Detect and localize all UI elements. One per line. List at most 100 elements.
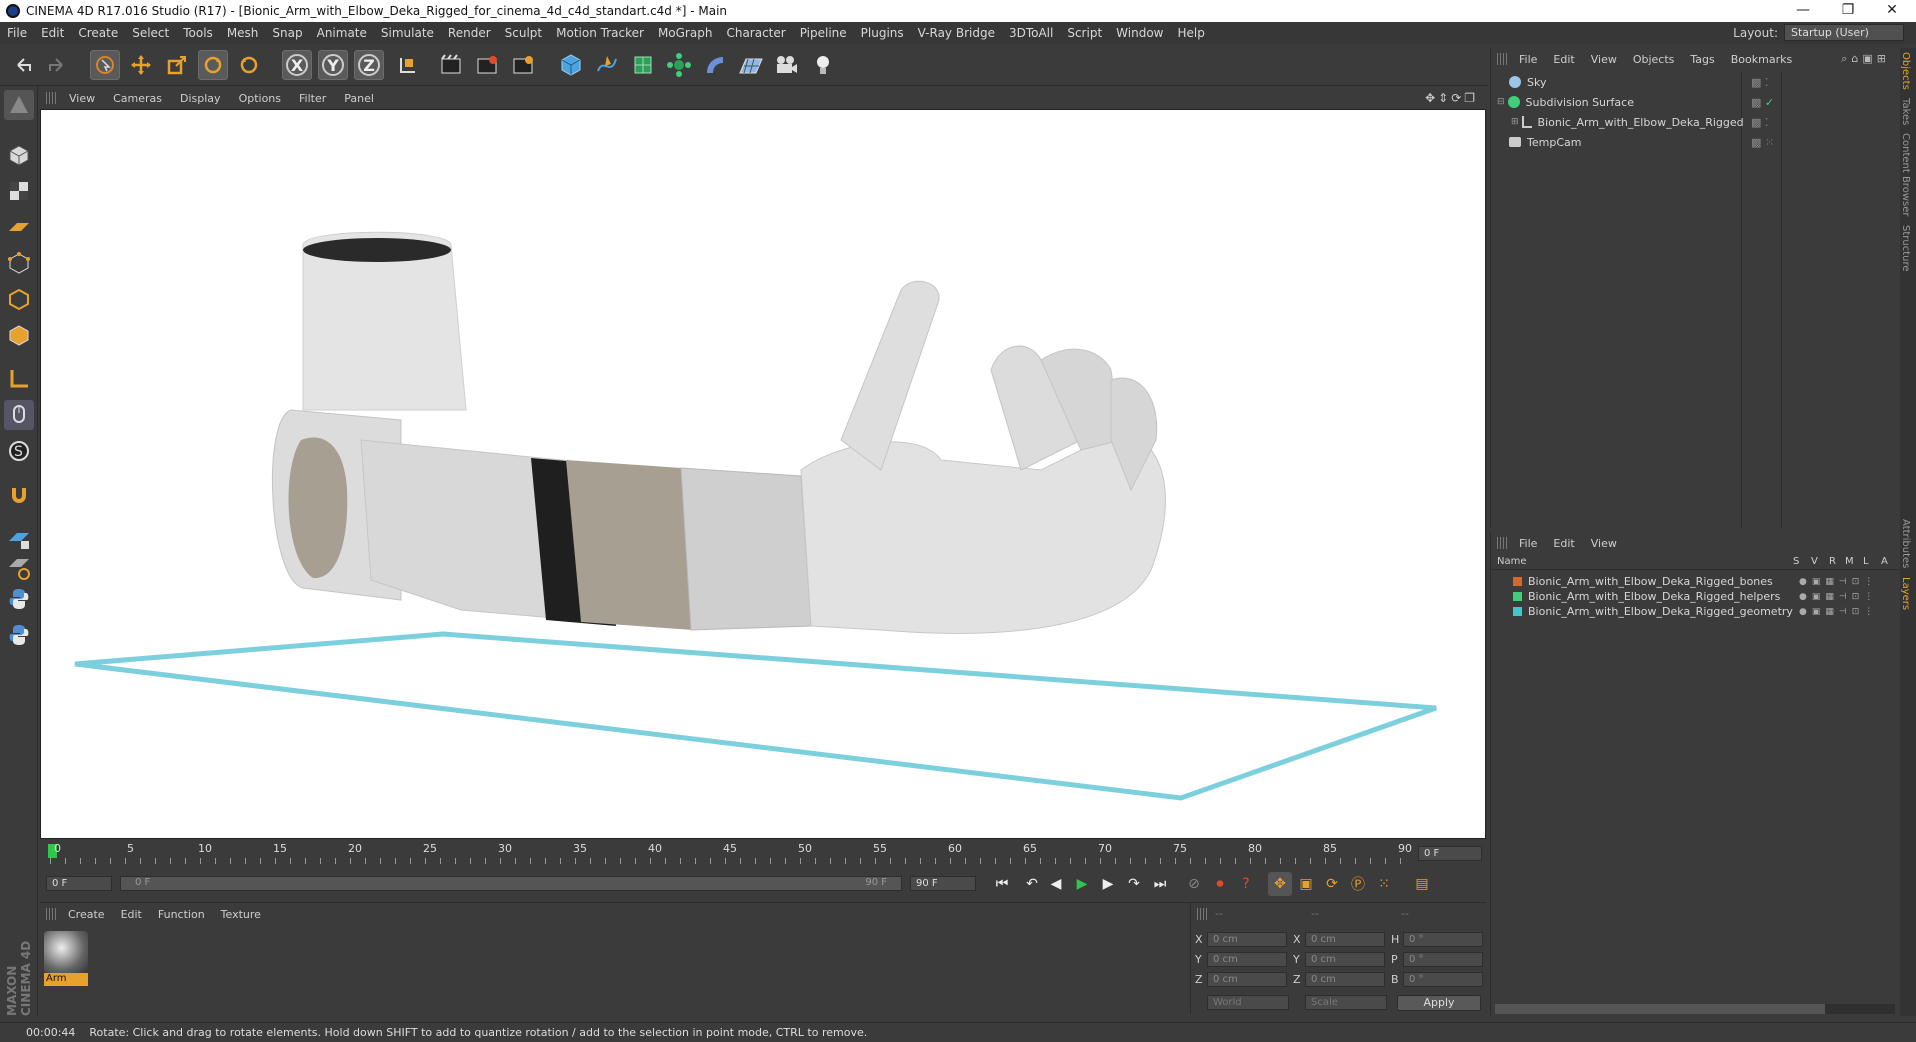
magnet-icon[interactable]	[4, 480, 34, 510]
axis-mode-icon[interactable]	[4, 364, 34, 394]
key-pla-icon[interactable]: ⁙	[1372, 872, 1396, 896]
apply-button[interactable]: Apply	[1397, 995, 1481, 1011]
workplane-icon[interactable]	[4, 212, 34, 242]
tab-attributes[interactable]: Attributes	[1900, 515, 1911, 572]
menu-mesh[interactable]: Mesh	[220, 26, 266, 40]
layer-horizontal-scrollbar[interactable]	[1495, 1004, 1895, 1014]
size-x-field[interactable]: 0 cm	[1305, 932, 1385, 947]
object-manager-tools-icons[interactable]: ⌕⌂▣⊞	[1841, 52, 1890, 66]
autokey-icon[interactable]: ?	[1234, 872, 1258, 896]
object-menu-edit[interactable]: Edit	[1545, 53, 1582, 66]
scale-icon[interactable]	[162, 50, 192, 80]
record-disabled-icon[interactable]: ⊘	[1182, 872, 1206, 896]
play-icon[interactable]: ▶	[1070, 872, 1094, 896]
menu-sculpt[interactable]: Sculpt	[498, 26, 549, 40]
end-frame-field[interactable]: 90 F	[910, 876, 976, 891]
tab-layers[interactable]: Layers	[1900, 573, 1911, 614]
spline-pen-icon[interactable]	[592, 50, 622, 80]
menu-plugins[interactable]: Plugins	[854, 26, 911, 40]
object-row-sky[interactable]: Sky ▩ ⁚	[1497, 73, 1891, 91]
visibility-toggle[interactable]: ▩ ⁚	[1751, 116, 1768, 129]
z-axis-icon[interactable]: Z	[354, 50, 384, 80]
menu-3dtoall[interactable]: 3DToAll	[1002, 26, 1060, 40]
timeline-ruler[interactable]: 0 5 10 15 20 25 30 35 40 45 50 55 60 65 …	[40, 840, 1486, 868]
record-active-icon[interactable]: ⏺	[1208, 872, 1232, 896]
rotate-alt-icon[interactable]	[234, 50, 264, 80]
position-z-field[interactable]: 0 cm	[1207, 972, 1287, 987]
material-menu-function[interactable]: Function	[150, 908, 213, 921]
object-menu-tags[interactable]: Tags	[1682, 53, 1722, 66]
viewport-menu-panel[interactable]: Panel	[335, 92, 383, 105]
restore-button[interactable]: ❐	[1828, 0, 1868, 22]
make-editable-icon[interactable]	[4, 90, 34, 120]
floor-icon[interactable]	[736, 50, 766, 80]
viewport-menu-cameras[interactable]: Cameras	[104, 92, 171, 105]
polygons-mode-icon[interactable]	[4, 320, 34, 350]
coordinate-system-icon[interactable]	[392, 50, 422, 80]
panel-grip[interactable]	[1497, 53, 1507, 65]
menu-animate[interactable]: Animate	[310, 26, 374, 40]
render-picture-viewer-icon[interactable]	[472, 50, 502, 80]
menu-snap[interactable]: Snap	[265, 26, 309, 40]
rotate-icon[interactable]	[198, 50, 228, 80]
model-mode-icon[interactable]	[4, 140, 34, 170]
start-frame-field[interactable]: 0 F	[46, 876, 112, 891]
camera-icon[interactable]	[772, 50, 802, 80]
array-icon[interactable]	[664, 50, 694, 80]
panel-grip[interactable]	[46, 92, 56, 104]
timeline-icon[interactable]: ▤	[1410, 872, 1434, 896]
current-frame-field[interactable]: 0 F	[1418, 846, 1482, 861]
rotation-b-field[interactable]: 0 °	[1403, 972, 1483, 987]
menu-tools[interactable]: Tools	[176, 26, 220, 40]
next-frame-icon[interactable]: ▶	[1096, 872, 1120, 896]
menu-render[interactable]: Render	[441, 26, 498, 40]
material-thumbnail[interactable]: Arm	[44, 931, 88, 987]
visibility-toggle[interactable]: ▩ ⁙	[1751, 136, 1774, 149]
light-icon[interactable]	[808, 50, 838, 80]
menu-script[interactable]: Script	[1060, 26, 1109, 40]
coordinate-mode-dropdown[interactable]: World	[1207, 995, 1289, 1010]
menu-help[interactable]: Help	[1170, 26, 1211, 40]
tab-takes[interactable]: Takes	[1900, 94, 1911, 129]
menu-select[interactable]: Select	[125, 26, 176, 40]
expand-icon[interactable]: ⊞	[1511, 117, 1519, 127]
rotation-p-field[interactable]: 0 °	[1403, 952, 1483, 967]
render-view-icon[interactable]	[436, 50, 466, 80]
texture-mode-icon[interactable]	[4, 176, 34, 206]
points-mode-icon[interactable]	[4, 248, 34, 278]
go-to-end-icon[interactable]: ⏭	[1148, 872, 1172, 896]
python-icon-2[interactable]	[4, 620, 34, 650]
edges-mode-icon[interactable]	[4, 284, 34, 314]
menu-character[interactable]: Character	[719, 26, 792, 40]
redo-icon[interactable]	[42, 50, 72, 80]
panel-grip[interactable]	[1497, 537, 1507, 549]
position-y-field[interactable]: 0 cm	[1207, 952, 1287, 967]
cube-primitive-icon[interactable]	[556, 50, 586, 80]
layer-menu-file[interactable]: File	[1511, 537, 1545, 550]
object-menu-bookmarks[interactable]: Bookmarks	[1723, 53, 1800, 66]
render-settings-icon[interactable]	[508, 50, 538, 80]
size-y-field[interactable]: 0 cm	[1305, 952, 1385, 967]
menu-pipeline[interactable]: Pipeline	[793, 26, 854, 40]
menu-vray-bridge[interactable]: V-Ray Bridge	[911, 26, 1002, 40]
undo-icon[interactable]	[8, 50, 38, 80]
tab-objects[interactable]: Objects	[1900, 48, 1911, 94]
tab-structure[interactable]: Structure	[1900, 221, 1911, 276]
python-icon[interactable]	[4, 584, 34, 614]
key-scale-icon[interactable]: ▣	[1294, 872, 1318, 896]
planar-workplane-icon[interactable]	[4, 554, 34, 584]
position-x-field[interactable]: 0 cm	[1207, 932, 1287, 947]
panel-grip[interactable]	[46, 908, 56, 920]
object-row-subdivision[interactable]: ⊟ Subdivision Surface ▩ ✓	[1497, 93, 1891, 111]
size-mode-dropdown[interactable]: Scale	[1305, 995, 1387, 1010]
select-arrow-icon[interactable]	[90, 50, 120, 80]
menu-mograph[interactable]: MoGraph	[651, 26, 720, 40]
menu-create[interactable]: Create	[71, 26, 125, 40]
viewport-menu-display[interactable]: Display	[171, 92, 230, 105]
rotation-h-field[interactable]: 0 °	[1403, 932, 1483, 947]
tweak-mode-icon[interactable]	[4, 400, 34, 430]
visibility-toggle[interactable]: ▩ ⁚	[1751, 76, 1768, 89]
panel-grip[interactable]	[1197, 908, 1207, 920]
scrollbar-thumb[interactable]	[1495, 1004, 1825, 1014]
preview-range-slider[interactable]: 0 F 90 F	[120, 876, 902, 891]
